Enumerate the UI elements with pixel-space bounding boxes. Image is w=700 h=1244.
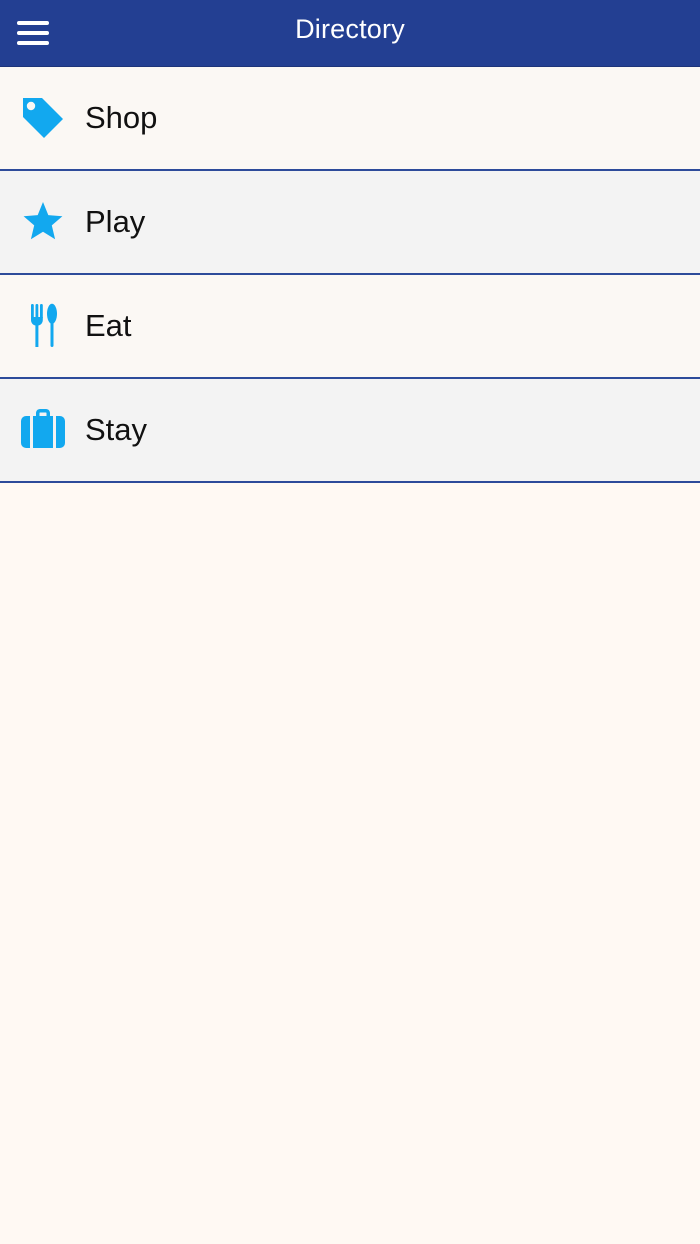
directory-item-label: Shop	[85, 100, 158, 135]
directory-item-eat[interactable]: Eat	[0, 275, 700, 379]
directory-screen: Directory Shop Play Eat Stay	[0, 0, 700, 1244]
directory-item-label: Play	[85, 204, 146, 239]
directory-item-stay[interactable]: Stay	[0, 379, 700, 483]
app-header: Directory	[0, 0, 700, 67]
directory-item-label: Stay	[85, 412, 148, 447]
fork-spoon-icon	[19, 302, 67, 350]
tag-icon	[19, 94, 67, 142]
directory-item-label: Eat	[85, 308, 132, 343]
directory-list: Shop Play Eat Stay	[0, 67, 700, 483]
directory-item-shop[interactable]: Shop	[0, 67, 700, 171]
star-icon	[19, 198, 67, 246]
directory-item-play[interactable]: Play	[0, 171, 700, 275]
suitcase-icon	[19, 406, 67, 454]
page-title: Directory	[295, 14, 405, 44]
